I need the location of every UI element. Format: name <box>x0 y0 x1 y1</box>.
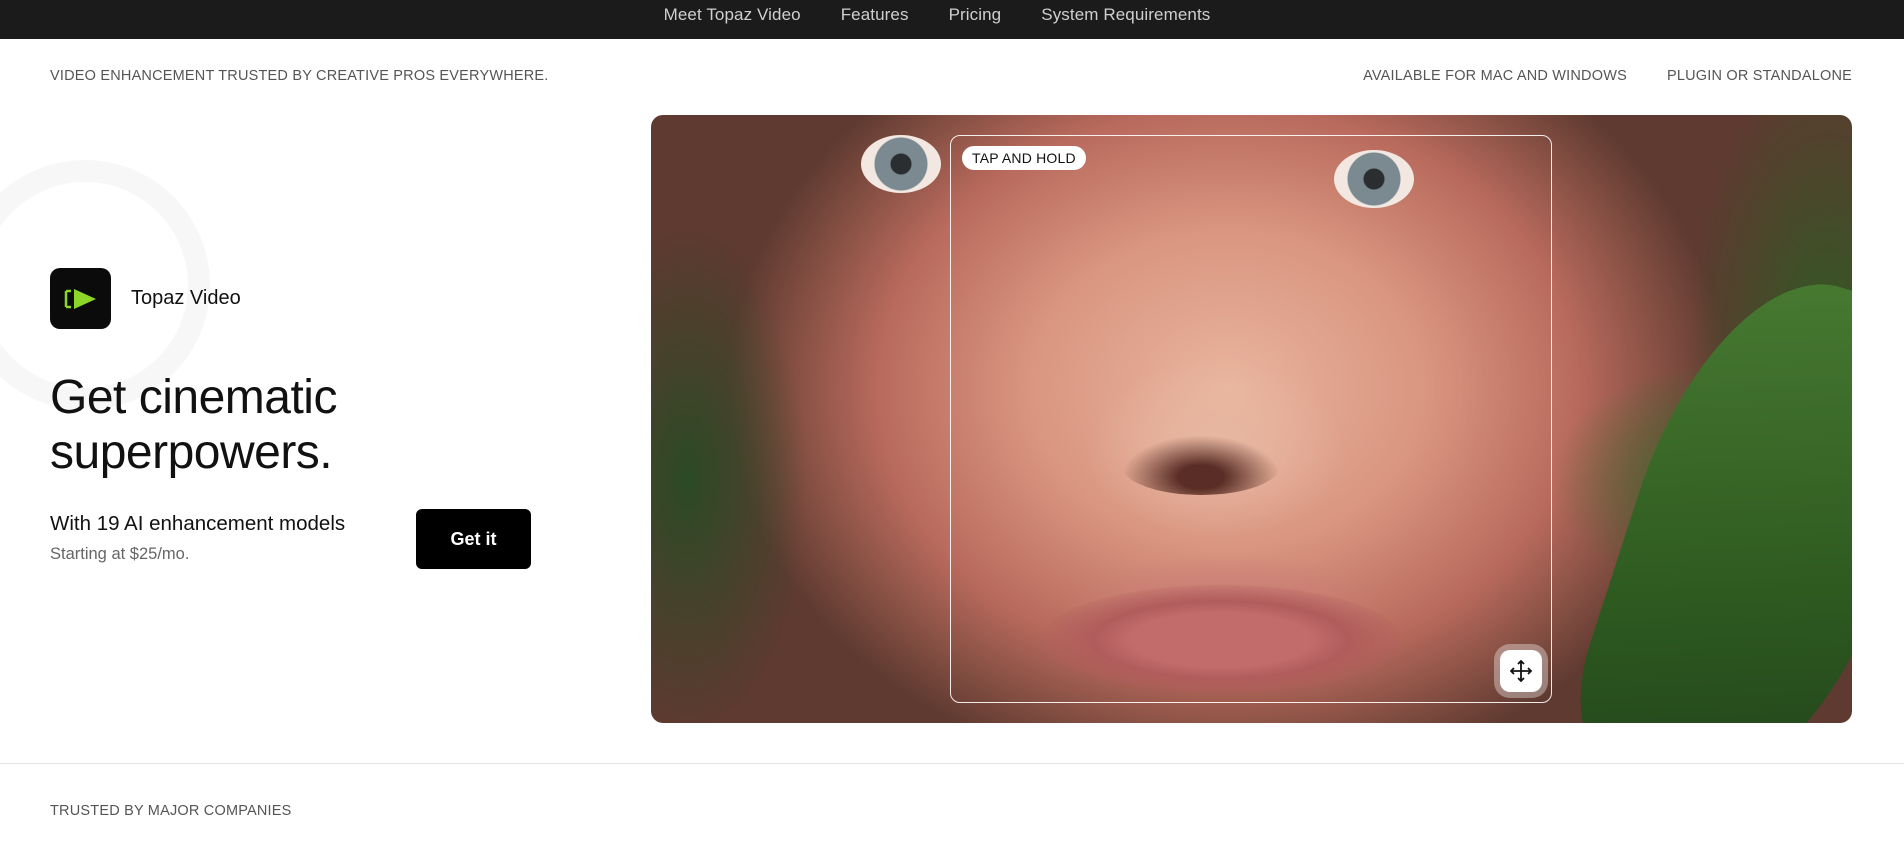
plugin-availability: PLUGIN OR STANDALONE <box>1666 68 1852 84</box>
availability-info: AVAILABLE FOR MAC AND WINDOWS PLUGIN OR … <box>1363 68 1852 84</box>
trusted-by-label: TRUSTED BY MAJOR COMPANIES <box>50 803 292 819</box>
left-eye-graphic <box>861 135 941 193</box>
nav-features[interactable]: Features <box>841 5 909 35</box>
top-nav: Meet Topaz Video Features Pricing System… <box>0 0 1904 39</box>
product-name: Topaz Video <box>131 287 241 309</box>
section-divider <box>0 763 1904 764</box>
move-arrows-icon <box>1510 660 1532 682</box>
nav-pricing[interactable]: Pricing <box>949 5 1002 35</box>
hero-headline: Get cinematic superpowers. <box>50 371 337 479</box>
product-badge: Topaz Video <box>50 268 241 329</box>
play-icon <box>64 288 96 309</box>
comparison-frame[interactable] <box>950 135 1552 703</box>
platform-availability: AVAILABLE FOR MAC AND WINDOWS <box>1363 68 1627 84</box>
move-frame-button[interactable] <box>1500 650 1542 692</box>
nav-meet-topaz-video[interactable]: Meet Topaz Video <box>664 5 801 35</box>
app-icon <box>50 268 111 329</box>
tap-and-hold-label: TAP AND HOLD <box>962 146 1086 170</box>
tagline: VIDEO ENHANCEMENT TRUSTED BY CREATIVE PR… <box>50 68 549 84</box>
leaf-graphic <box>1558 247 1852 723</box>
models-count-text: With 19 AI enhancement models <box>50 512 346 535</box>
price-text: Starting at $25/mo. <box>50 545 190 563</box>
nav-system-requirements[interactable]: System Requirements <box>1041 5 1210 35</box>
get-it-button[interactable]: Get it <box>416 509 531 569</box>
